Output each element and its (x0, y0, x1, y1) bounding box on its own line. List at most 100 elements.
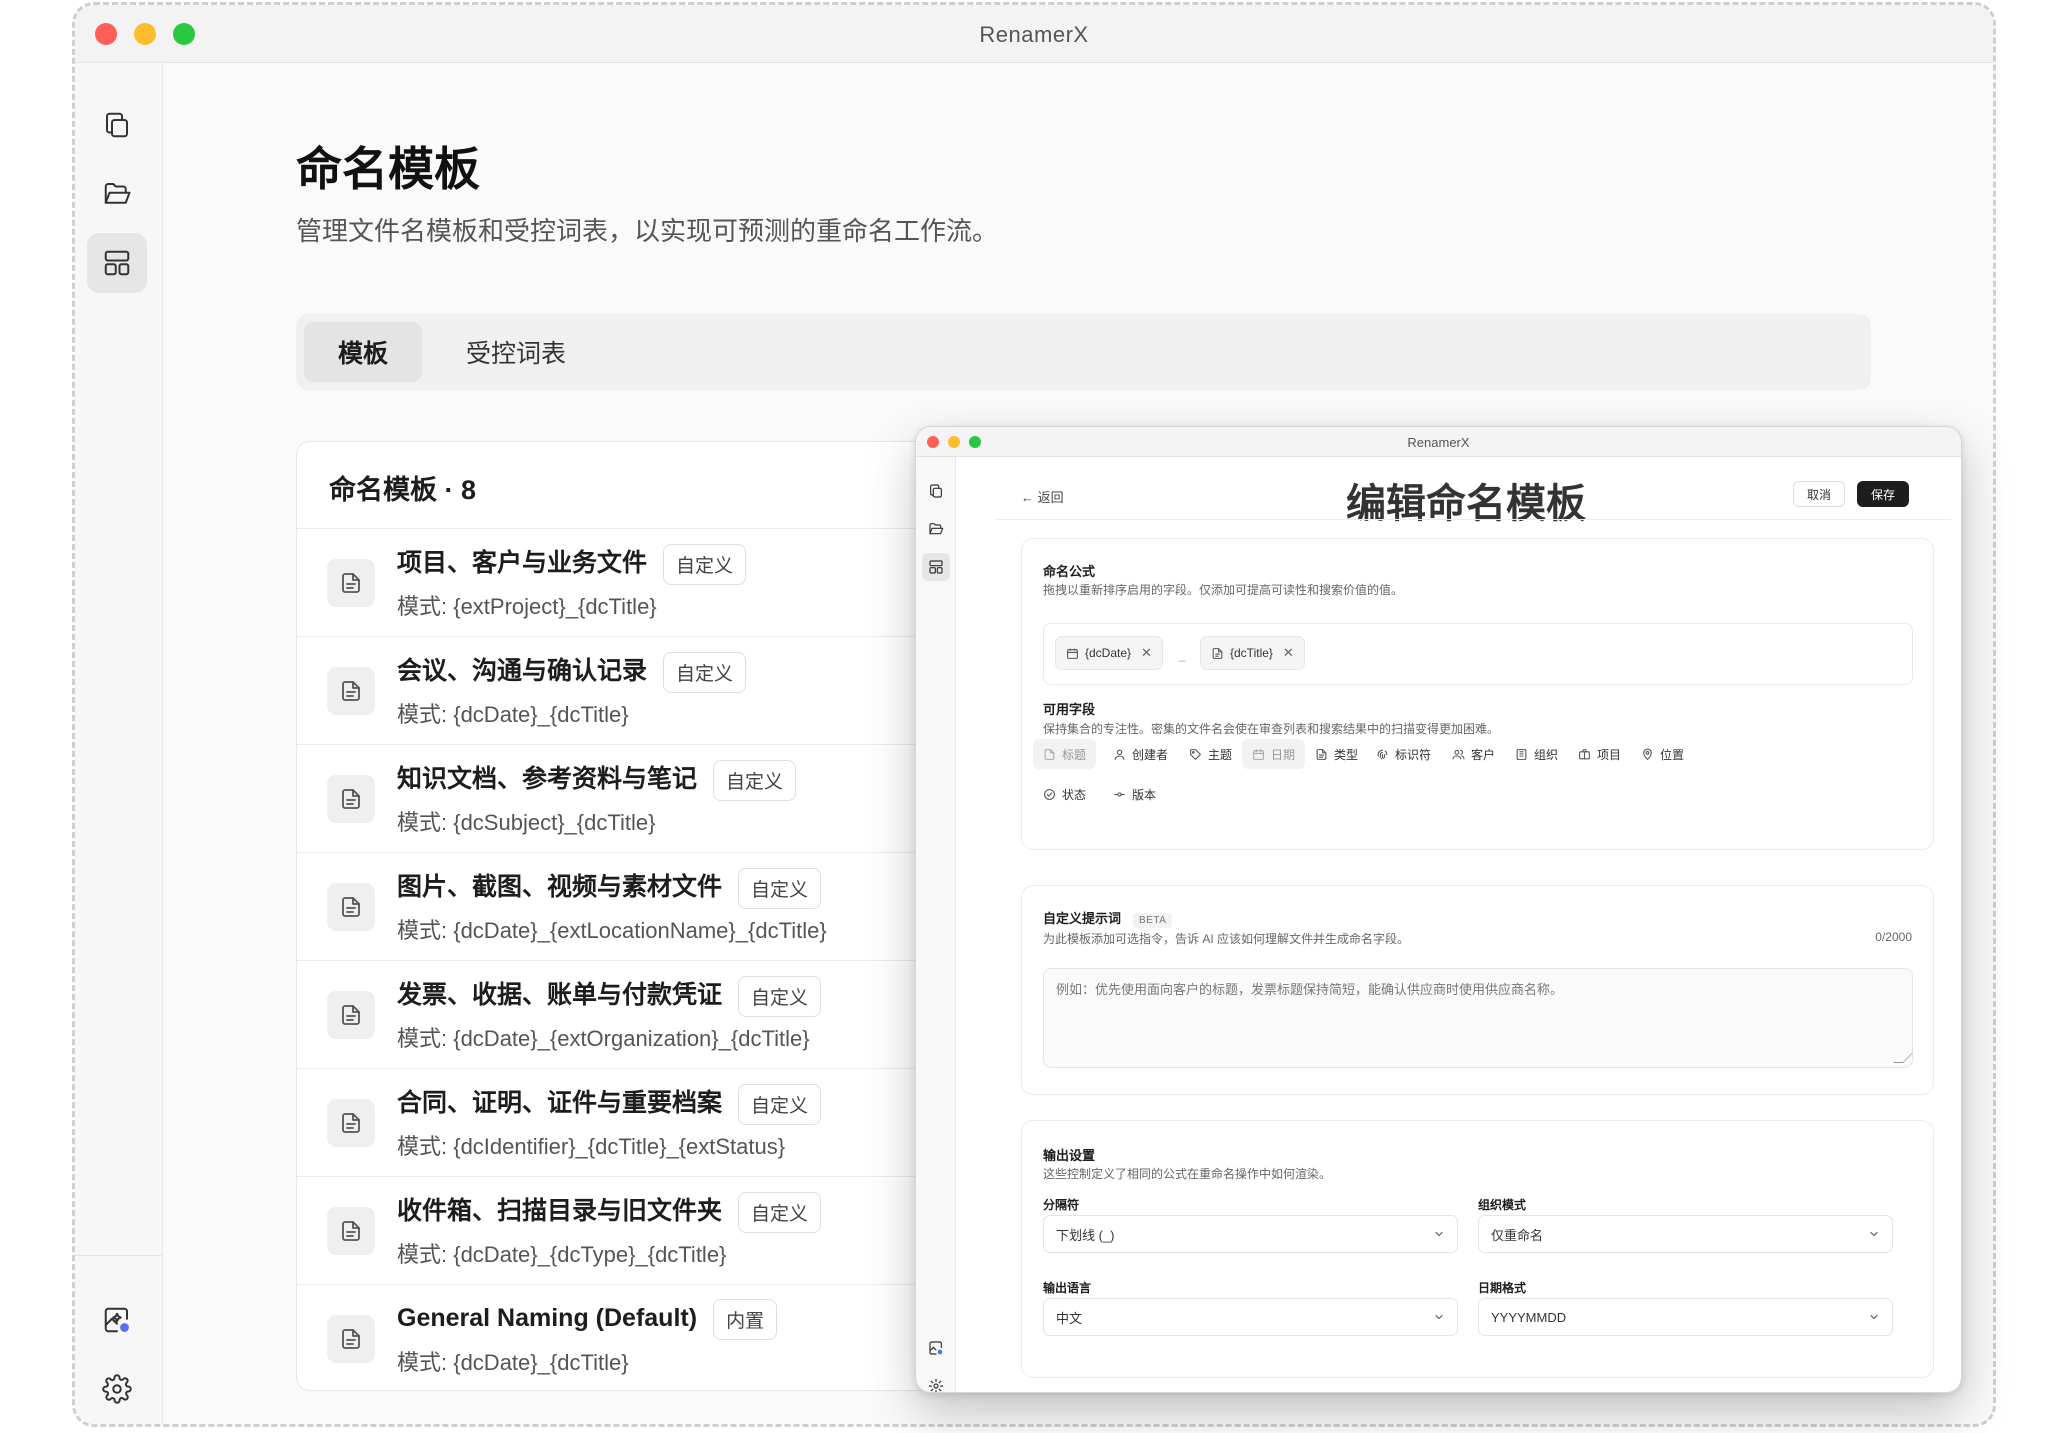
template-pattern: 模式: {dcDate}_{dcTitle} (397, 702, 629, 727)
available-field[interactable]: 标识符 (1366, 739, 1441, 769)
template-badge: 自定义 (663, 651, 747, 693)
field-label: 位置 (1660, 747, 1685, 762)
document-icon (327, 991, 375, 1039)
prompt-title-row: 自定义提示词 BETA (1043, 908, 1173, 928)
template-name: 会议、沟通与确认记录 (397, 657, 648, 685)
editor-sidebar (916, 457, 956, 1392)
template-name: General Naming (Default) (397, 1304, 698, 1333)
field-label: 日期 (1271, 747, 1296, 762)
sidebar-ai-button[interactable] (87, 1290, 147, 1350)
formula-chip-date[interactable]: {dcDate} ✕ (1055, 636, 1163, 670)
sidebar-divider (75, 1255, 162, 1256)
document-icon (327, 1099, 375, 1147)
editor-sidebar-ai-button[interactable] (922, 1334, 950, 1362)
remove-chip-icon[interactable]: ✕ (1141, 645, 1152, 661)
editor-title-bar: RenamerX (916, 427, 1961, 457)
template-pattern: 模式: {dcDate}_{dcType}_{dcTitle} (397, 1242, 727, 1267)
sidebar-settings-button[interactable] (87, 1359, 147, 1419)
cancel-button[interactable]: 取消 (1793, 481, 1845, 507)
document-icon (327, 1315, 375, 1363)
field-label: 标识符 (1395, 747, 1432, 762)
available-field[interactable]: 版本 (1103, 779, 1166, 809)
field-label: 状态 (1062, 787, 1087, 802)
field-label: 主题 (1208, 747, 1233, 762)
available-field[interactable]: 组织 (1505, 739, 1568, 769)
page-subtitle: 管理文件名模板和受控词表，以实现可预测的重命名工作流。 (296, 216, 999, 246)
prompt-title: 自定义提示词 (1043, 911, 1122, 926)
sidebar-folders-button[interactable] (87, 164, 147, 224)
editor-window-title: RenamerX (1407, 435, 1470, 450)
date-format-select[interactable]: YYYYMMDD (1478, 1298, 1893, 1336)
calendar-icon (1067, 648, 1078, 659)
template-name-row: 图片、截图、视频与素材文件 自定义 (397, 867, 822, 909)
editor-sidebar-templates-button[interactable] (922, 553, 950, 581)
available-field[interactable]: 主题 (1179, 739, 1242, 769)
template-name-row: 项目、客户与业务文件 自定义 (397, 543, 747, 585)
available-field[interactable]: 项目 (1568, 739, 1631, 769)
available-field[interactable]: 状态 (1033, 779, 1096, 809)
title-bar: RenamerX (75, 5, 1993, 63)
window-title: RenamerX (979, 22, 1089, 47)
templates-icon (929, 560, 943, 574)
file-icon (1212, 647, 1223, 659)
available-field[interactable]: 创建者 (1103, 739, 1178, 769)
tab-templates[interactable]: 模板 (304, 322, 422, 382)
templates-icon (104, 250, 130, 276)
template-name: 图片、截图、视频与素材文件 (397, 873, 723, 901)
prompt-placeholder: 例如：优先使用面向客户的标题，发票标题保持简短，能确认供应商时使用供应商名称。 (1056, 982, 1564, 997)
select-value: YYYYMMDD (1491, 1309, 1567, 1325)
available-field[interactable]: 标题 (1033, 739, 1097, 769)
template-name-row: 收件箱、扫描目录与旧文件夹 自定义 (397, 1191, 822, 1233)
template-name: 知识文档、参考资料与笔记 (397, 765, 698, 793)
chevron-down-icon (1435, 1314, 1443, 1320)
template-name-row: 发票、收据、账单与付款凭证 自定义 (397, 975, 822, 1017)
language-label: 输出语言 (1043, 1281, 1092, 1295)
back-link[interactable]: ← 返回 (1021, 487, 1064, 506)
save-button[interactable]: 保存 (1857, 481, 1909, 507)
template-name: 项目、客户与业务文件 (397, 549, 648, 577)
folder-open-icon (104, 183, 131, 204)
field-label: 创建者 (1132, 747, 1169, 762)
image-ai-icon (104, 1307, 129, 1333)
prompt-char-counter: 0/2000 (1875, 930, 1912, 944)
field-label: 版本 (1132, 787, 1157, 802)
formula-desc: 拖拽以重新排序启用的字段。仅添加可提高可读性和搜索价值的值。 (1043, 583, 1404, 597)
template-name-row: 会议、沟通与确认记录 自定义 (397, 651, 747, 693)
templates-count-title: 命名模板 · 8 (329, 475, 477, 505)
template-name-row: 合同、证明、证件与重要档案 自定义 (397, 1083, 822, 1125)
sidebar (75, 63, 163, 1424)
remove-chip-icon[interactable]: ✕ (1283, 645, 1294, 661)
template-badge: 自定义 (738, 1191, 822, 1233)
mode-label: 组织模式 (1478, 1198, 1527, 1212)
field-label: 项目 (1597, 747, 1622, 762)
briefcase-icon (1579, 748, 1590, 759)
language-select[interactable]: 中文 (1043, 1298, 1458, 1336)
users-icon (1452, 749, 1465, 759)
formula-chip-title[interactable]: {dcTitle} ✕ (1200, 636, 1305, 670)
available-field[interactable]: 日期 (1242, 739, 1306, 769)
date-format-label: 日期格式 (1478, 1281, 1527, 1295)
sidebar-files-button[interactable] (87, 95, 147, 155)
sidebar-templates-button[interactable] (87, 233, 147, 293)
available-field[interactable]: 客户 (1442, 739, 1505, 769)
available-field[interactable]: 类型 (1305, 739, 1368, 769)
tab-vocabulary[interactable]: 受控词表 (446, 322, 586, 382)
gear-icon (102, 1374, 132, 1404)
image-ai-icon (929, 1341, 943, 1355)
resize-handle[interactable] (1893, 1053, 1913, 1063)
formula-dropzone[interactable]: {dcDate} ✕ _ {dcTitle} ✕ (1043, 623, 1913, 685)
mode-select[interactable]: 仅重命名 (1478, 1215, 1893, 1253)
separator-select[interactable]: 下划线 (_) (1043, 1215, 1458, 1253)
divider (996, 519, 1951, 520)
editor-sidebar-folders-button[interactable] (922, 515, 950, 543)
template-name-row: General Naming (Default) 内置 (397, 1299, 778, 1340)
document-icon (327, 775, 375, 823)
editor-sidebar-settings-button[interactable] (922, 1372, 950, 1392)
available-field[interactable]: 位置 (1631, 739, 1694, 769)
chip-label: {dcDate} (1085, 646, 1132, 660)
building-icon (1516, 748, 1527, 760)
editor-sidebar-files-button[interactable] (922, 477, 950, 505)
document-icon (327, 667, 375, 715)
prompt-textarea[interactable]: 例如：优先使用面向客户的标题，发票标题保持简短，能确认供应商时使用供应商名称。 (1043, 968, 1913, 1068)
select-value: 中文 (1056, 1310, 1083, 1326)
